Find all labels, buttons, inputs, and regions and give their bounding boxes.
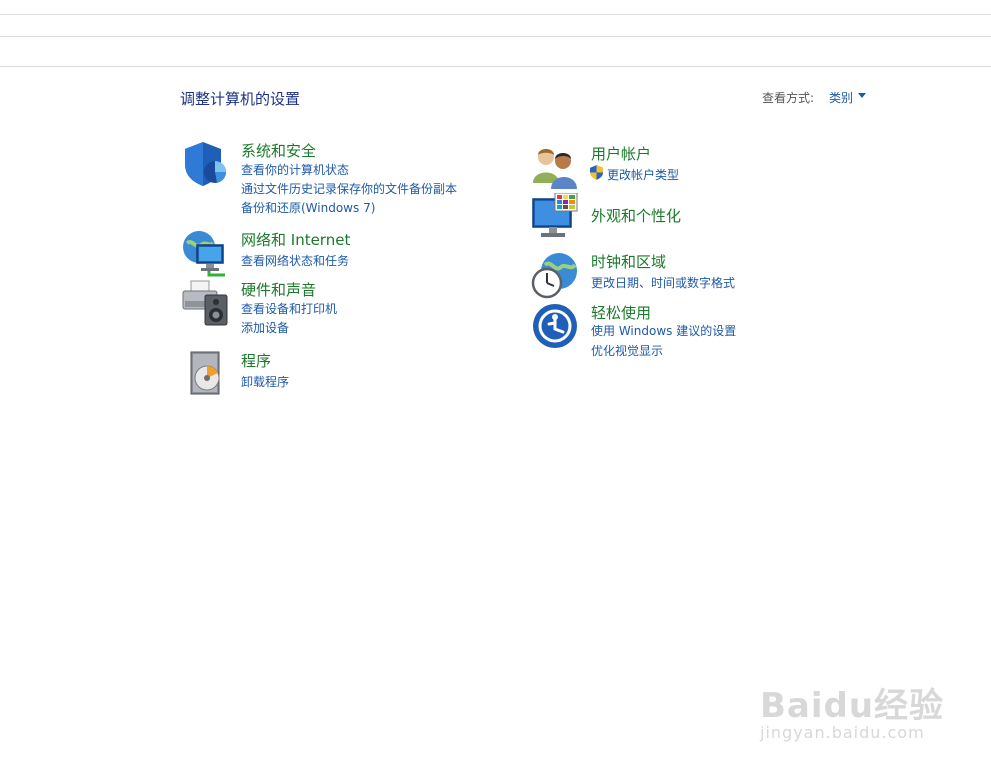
link-change-date-time[interactable]: 更改日期、时间或数字格式: [591, 274, 735, 291]
link-optimize-visual[interactable]: 优化视觉显示: [591, 342, 663, 359]
top-divider-2: [0, 36, 991, 37]
link-add-device[interactable]: 添加设备: [241, 319, 289, 336]
programs-title[interactable]: 程序: [241, 350, 271, 371]
ease-of-access-icon[interactable]: [531, 302, 579, 350]
network-globe-icon[interactable]: [181, 229, 229, 277]
link-devices-printers[interactable]: 查看设备和打印机: [241, 300, 337, 317]
clock-globe-icon[interactable]: [531, 251, 579, 299]
link-recommended-settings[interactable]: 使用 Windows 建议的设置: [591, 322, 736, 339]
watermark-url: jingyan.baidu.com: [760, 723, 925, 742]
watermark-logo-text: Baidu经验: [760, 686, 945, 726]
link-file-history[interactable]: 通过文件历史记录保存你的文件备份副本: [241, 180, 457, 197]
link-backup-restore[interactable]: 备份和还原(Windows 7): [241, 199, 375, 216]
link-uninstall-program[interactable]: 卸载程序: [241, 373, 289, 390]
view-by-dropdown[interactable]: 类别: [829, 89, 853, 106]
printer-speaker-icon[interactable]: [181, 279, 229, 327]
system-security-title[interactable]: 系统和安全: [241, 140, 316, 161]
ease-of-access-title[interactable]: 轻松使用: [591, 302, 651, 323]
watermark: Baidu经验 jingyan.baidu.com: [760, 678, 944, 742]
view-by-label: 查看方式:: [762, 91, 815, 105]
clock-region-title[interactable]: 时钟和区域: [591, 251, 666, 272]
network-internet-title[interactable]: 网络和 Internet: [241, 229, 350, 250]
user-accounts-title[interactable]: 用户帐户: [591, 143, 651, 164]
top-divider-1: [0, 14, 991, 15]
link-change-account-type[interactable]: 更改帐户类型: [607, 166, 679, 183]
link-view-status[interactable]: 查看你的计算机状态: [241, 161, 349, 178]
users-icon[interactable]: [531, 143, 579, 191]
programs-disc-icon[interactable]: [181, 350, 229, 398]
page-title: 调整计算机的设置: [180, 90, 301, 108]
link-network-status[interactable]: 查看网络状态和任务: [241, 252, 349, 269]
appearance-title[interactable]: 外观和个性化: [591, 205, 681, 226]
monitor-colors-icon[interactable]: [531, 193, 579, 241]
shield-icon[interactable]: [181, 140, 229, 188]
hardware-sound-title[interactable]: 硬件和声音: [241, 279, 316, 300]
chevron-down-icon[interactable]: [858, 93, 866, 98]
top-divider-3: [0, 66, 991, 67]
uac-shield-icon: [590, 165, 603, 180]
